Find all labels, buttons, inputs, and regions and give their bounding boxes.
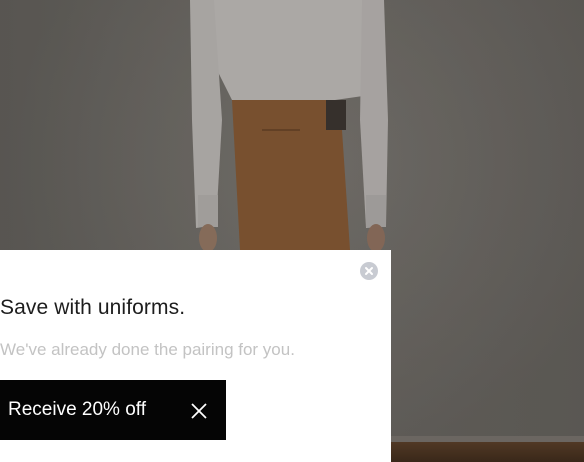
- page: Save with uniforms. We've already done t…: [0, 0, 584, 462]
- promo-headline: Save with uniforms.: [0, 296, 186, 319]
- close-popup-button[interactable]: [360, 262, 378, 280]
- promo-subline: We've already done the pairing for you.: [0, 340, 295, 359]
- close-circle-icon: [365, 267, 373, 275]
- close-x-icon[interactable]: [190, 402, 208, 420]
- cta-label: Receive 20% off: [8, 399, 147, 420]
- receive-discount-button[interactable]: Receive 20% off: [0, 380, 226, 440]
